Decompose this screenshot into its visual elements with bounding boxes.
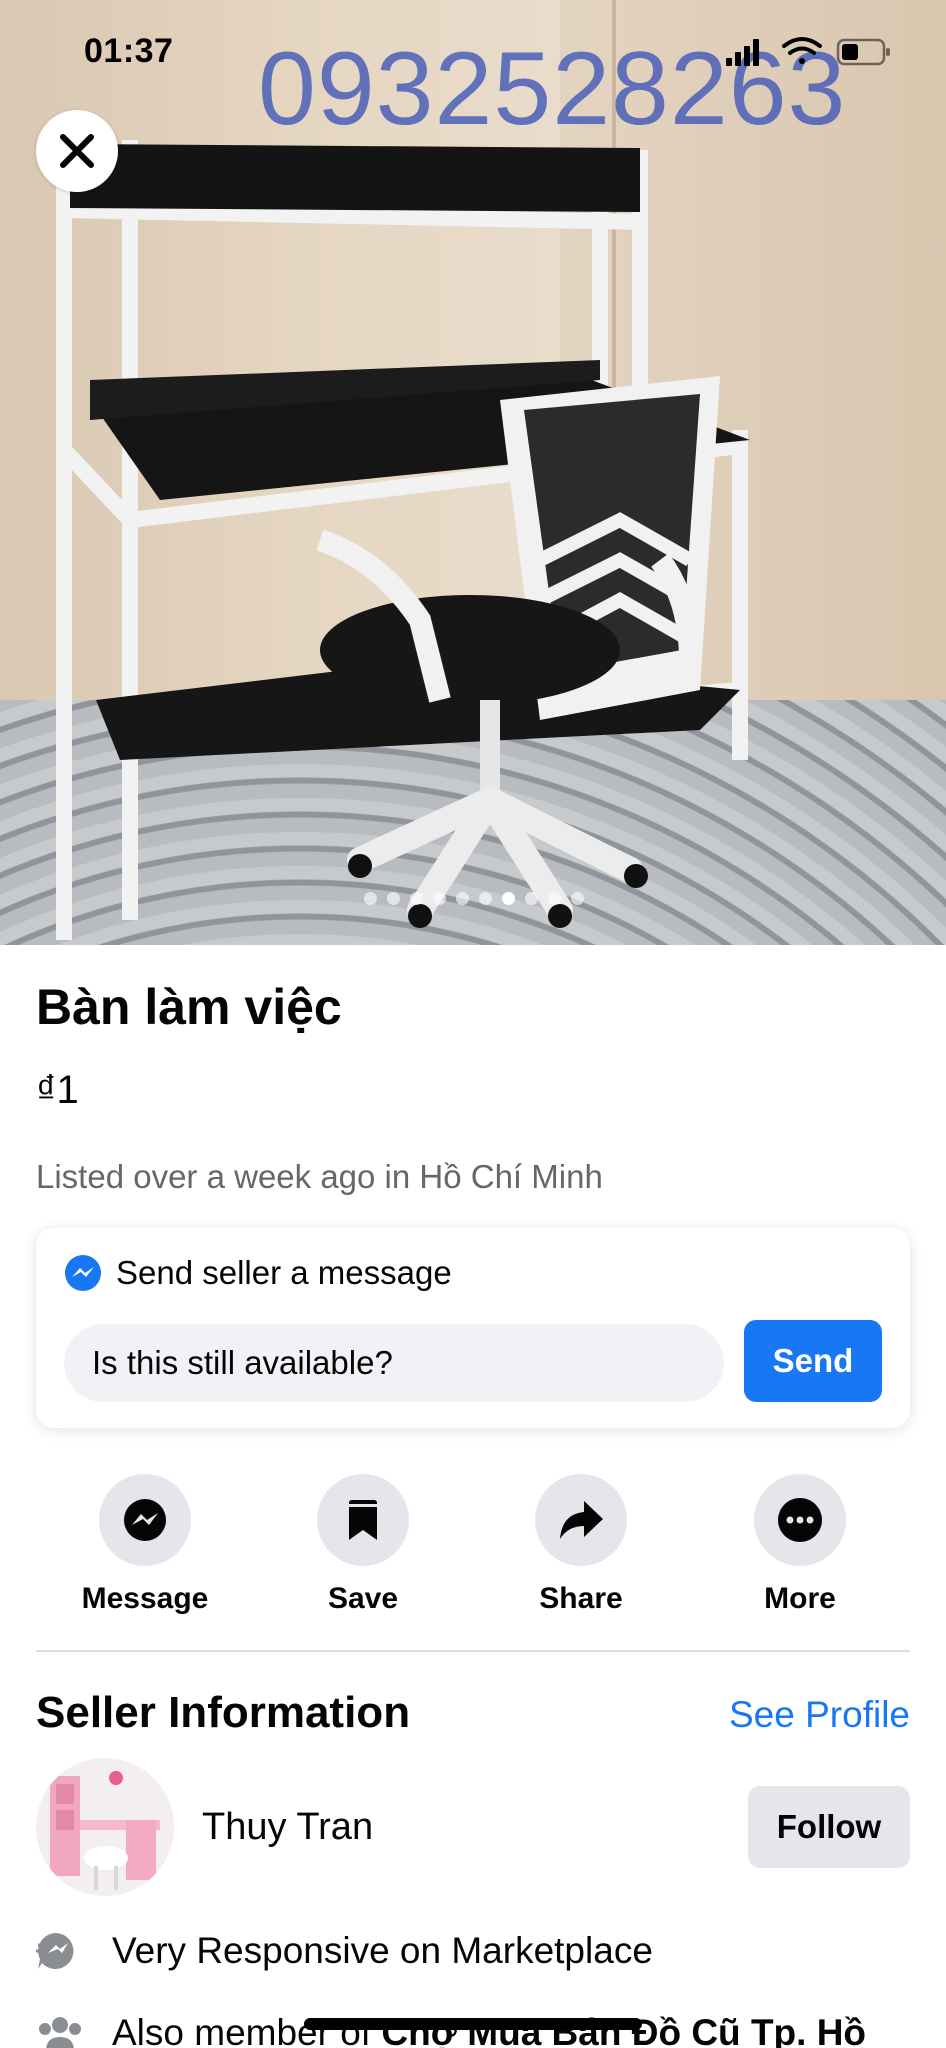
message-input[interactable]	[64, 1324, 724, 1402]
pagination-dot[interactable]	[433, 892, 446, 905]
share-action[interactable]: Share	[481, 1474, 681, 1616]
close-icon	[60, 134, 94, 168]
seller-name[interactable]: Thuy Tran	[202, 1806, 373, 1849]
pagination-dot[interactable]	[387, 892, 400, 905]
follow-button[interactable]: Follow	[748, 1786, 910, 1868]
seller-fact-text: Very Responsive on Marketplace	[112, 1930, 653, 1971]
desk-top-shelf	[70, 144, 640, 212]
battery-icon	[836, 38, 890, 66]
send-button[interactable]: Send	[744, 1320, 882, 1402]
signal-icon	[726, 39, 759, 66]
pagination-dot[interactable]	[456, 892, 469, 905]
close-button[interactable]	[36, 110, 118, 192]
pagination-dot[interactable]	[548, 892, 561, 905]
section-divider	[36, 1650, 910, 1652]
share-action-label: Share	[539, 1582, 623, 1615]
bookmark-icon	[349, 1500, 377, 1540]
more-action-label: More	[764, 1582, 836, 1615]
pagination-dot[interactable]	[571, 892, 584, 905]
group-icon	[39, 2017, 81, 2048]
save-action-circle[interactable]	[317, 1474, 409, 1566]
message-action[interactable]: Message	[45, 1474, 245, 1616]
message-action-circle[interactable]	[99, 1474, 191, 1566]
status-icons	[726, 37, 890, 66]
pagination-dot[interactable]	[364, 892, 377, 905]
seller-avatar[interactable]	[36, 1758, 174, 1896]
status-time: 01:37	[84, 32, 174, 70]
save-action[interactable]: Save	[263, 1474, 463, 1616]
seller-avatar-image	[36, 1758, 174, 1896]
messenger-icon	[65, 1255, 101, 1291]
share-arrow-icon	[560, 1501, 603, 1539]
share-action-circle[interactable]	[535, 1474, 627, 1566]
messenger-icon	[124, 1499, 166, 1541]
message-action-label: Message	[81, 1582, 209, 1615]
wifi-icon	[782, 37, 822, 64]
pagination-dot-active[interactable]	[502, 892, 515, 905]
listing-meta: Listed over a week ago in Hồ Chí Minh	[36, 1158, 603, 1195]
message-card-heading: Send seller a message	[116, 1254, 452, 1291]
listing-title: Bàn làm việc	[36, 979, 342, 1035]
responsive-badge-icon	[36, 1933, 74, 1969]
message-card-header: Send seller a message	[64, 1254, 452, 1292]
listing-price: ₫1	[36, 1068, 79, 1112]
more-action-circle[interactable]	[754, 1474, 846, 1566]
photo-pagination[interactable]	[364, 892, 584, 905]
action-row: Message Save Share More	[36, 1474, 910, 1616]
send-message-card: Send seller a message Send	[36, 1228, 910, 1428]
home-indicator[interactable]	[304, 2018, 642, 2030]
save-action-label: Save	[327, 1582, 399, 1615]
pagination-dot[interactable]	[479, 892, 492, 905]
more-dots-icon	[778, 1498, 822, 1542]
more-action[interactable]: More	[700, 1474, 900, 1616]
listing-photo[interactable]: 0932528263 01:37	[0, 0, 946, 945]
seller-section-title: Seller Information	[36, 1688, 411, 1737]
seller-fact-responsive: Very Responsive on Marketplace	[36, 1930, 653, 1972]
see-profile-link[interactable]: See Profile	[729, 1694, 910, 1736]
pagination-dot[interactable]	[525, 892, 538, 905]
pagination-dot[interactable]	[410, 892, 423, 905]
